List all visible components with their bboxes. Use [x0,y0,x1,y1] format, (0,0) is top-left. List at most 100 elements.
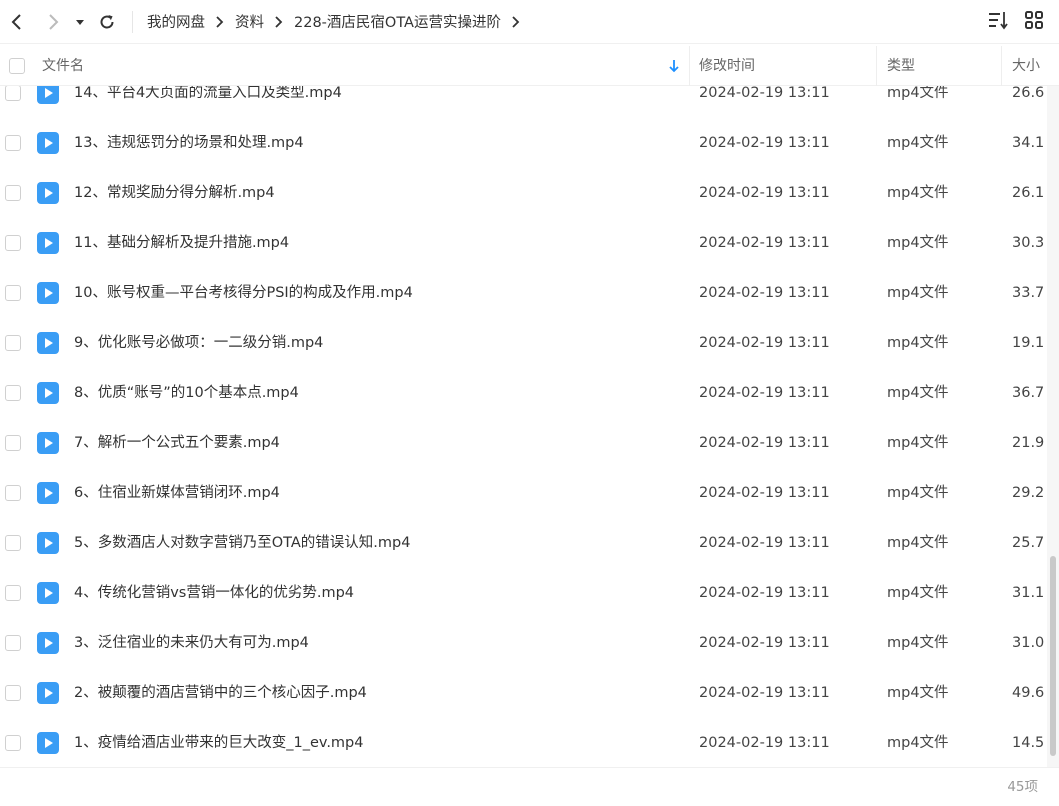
sort-desc-arrow-icon[interactable] [668,46,680,86]
file-row[interactable]: 14、平台4大页面的流量入口及类型.mp4 2024-02-19 13:11 mp4… [0,86,1047,118]
file-name[interactable]: 4、传统化营销vs营销一体化的优劣势.mp4 [74,568,354,618]
file-row[interactable]: 9、优化账号必做项：一二级分销.mp4 2024-02-19 13:11 mp4文件… [0,318,1047,368]
chevron-left-icon [11,13,21,30]
file-row[interactable]: 7、解析一个公式五个要素.mp4 2024-02-19 13:11 mp4文件 21.… [0,418,1047,468]
video-file-icon [37,532,59,554]
file-modified-time: 2024-02-19 13:11 [699,685,830,701]
file-name[interactable]: 5、多数酒店人对数字营销乃至OTA的错误认知.mp4 [74,518,410,568]
file-name[interactable]: 2、被颠覆的酒店营销中的三个核心因子.mp4 [74,668,367,718]
file-name[interactable]: 13、违规惩罚分的场景和处理.mp4 [74,118,304,168]
file-name[interactable]: 10、账号权重—平台考核得分PSI的构成及作用.mp4 [74,268,413,318]
file-modified-time: 2024-02-19 13:11 [699,585,830,601]
breadcrumb-item-current[interactable]: 228-酒店民宿OTA运营实操进阶 [290,11,505,32]
row-checkbox[interactable] [5,635,21,651]
file-type: mp4文件 [887,185,949,201]
file-type: mp4文件 [887,135,949,151]
view-mode-button[interactable] [1023,9,1045,35]
file-type: mp4文件 [887,685,949,701]
file-type: mp4文件 [887,735,949,751]
file-row[interactable]: 11、基础分解析及提升措施.mp4 2024-02-19 13:11 mp4文件 30… [0,218,1047,268]
row-checkbox[interactable] [5,485,21,501]
video-file-icon [37,582,59,604]
file-type: mp4文件 [887,485,949,501]
toolbar: 我的网盘 资料 228-酒店民宿OTA运营实操进阶 [0,0,1059,44]
file-type: mp4文件 [887,235,949,251]
history-dropdown-button[interactable] [70,5,90,39]
column-divider[interactable] [876,46,877,86]
file-name[interactable]: 11、基础分解析及提升措施.mp4 [74,218,289,268]
back-button[interactable] [0,5,34,39]
refresh-icon [100,14,114,28]
status-bar: 45项 [0,767,1059,805]
column-header-type[interactable]: 类型 [887,46,915,86]
column-divider[interactable] [689,46,690,86]
file-size: 31.1 [1012,585,1045,601]
file-name[interactable]: 14、平台4大页面的流量入口及类型.mp4 [74,86,342,118]
file-row[interactable]: 8、优质“账号”的10个基本点.mp4 2024-02-19 13:11 mp4文件… [0,368,1047,418]
row-checkbox[interactable] [5,185,21,201]
chevron-right-icon[interactable] [511,15,521,28]
toolbar-separator [132,10,133,33]
file-row[interactable]: 13、违规惩罚分的场景和处理.mp4 2024-02-19 13:11 mp4文件 3… [0,118,1047,168]
file-row[interactable]: 6、住宿业新媒体营销闭环.mp4 2024-02-19 13:11 mp4文件 29.… [0,468,1047,518]
file-modified-time: 2024-02-19 13:11 [699,185,830,201]
file-row[interactable]: 5、多数酒店人对数字营销乃至OTA的错误认知.mp4 2024-02-19 13:… [0,518,1047,568]
video-file-icon [37,282,59,304]
file-type: mp4文件 [887,285,949,301]
column-header-name[interactable]: 文件名 [42,46,84,86]
file-name[interactable]: 7、解析一个公式五个要素.mp4 [74,418,280,468]
file-size: 26.1 [1012,185,1045,201]
grid-view-icon [1025,11,1043,29]
row-checkbox[interactable] [5,735,21,751]
file-name[interactable]: 8、优质“账号”的10个基本点.mp4 [74,368,299,418]
file-name[interactable]: 6、住宿业新媒体营销闭环.mp4 [74,468,280,518]
file-modified-time: 2024-02-19 13:11 [699,635,830,651]
file-row[interactable]: 1、疫情给酒店业带来的巨大改变_1_ev.mp4 2024-02-19 13:11… [0,718,1047,767]
file-modified-time: 2024-02-19 13:11 [699,385,830,401]
breadcrumb-item-root[interactable]: 我的网盘 [143,11,209,32]
file-name[interactable]: 1、疫情给酒店业带来的巨大改变_1_ev.mp4 [74,718,364,767]
breadcrumb-item-materials[interactable]: 资料 [231,11,268,32]
file-modified-time: 2024-02-19 13:11 [699,285,830,301]
file-name[interactable]: 9、优化账号必做项：一二级分销.mp4 [74,318,323,368]
file-row[interactable]: 10、账号权重—平台考核得分PSI的构成及作用.mp4 2024-02-19 13… [0,268,1047,318]
select-all-checkbox[interactable] [9,58,25,74]
refresh-button[interactable] [90,5,124,39]
vertical-scrollbar[interactable] [1047,86,1059,767]
video-file-icon [37,732,59,754]
file-name[interactable]: 3、泛住宿业的未来仍大有可为.mp4 [74,618,309,668]
row-checkbox[interactable] [5,285,21,301]
row-checkbox[interactable] [5,535,21,551]
column-header-modified[interactable]: 修改时间 [699,46,755,86]
file-name[interactable]: 12、常规奖励分得分解析.mp4 [74,168,275,218]
row-checkbox[interactable] [5,685,21,701]
video-file-icon [37,332,59,354]
file-row[interactable]: 4、传统化营销vs营销一体化的优劣势.mp4 2024-02-19 13:11 mp… [0,568,1047,618]
column-divider[interactable] [1001,46,1002,86]
forward-button[interactable] [36,5,70,39]
column-header-size[interactable]: 大小 [1012,46,1040,86]
file-size: 19.1 [1012,335,1045,351]
file-row[interactable]: 12、常规奖励分得分解析.mp4 2024-02-19 13:11 mp4文件 26.… [0,168,1047,218]
row-checkbox[interactable] [5,335,21,351]
file-type: mp4文件 [887,385,949,401]
file-size: 29.2 [1012,485,1045,501]
sort-button[interactable] [987,9,1009,35]
file-row[interactable]: 3、泛住宿业的未来仍大有可为.mp4 2024-02-19 13:11 mp4文件 3… [0,618,1047,668]
file-size: 33.7 [1012,285,1045,301]
video-file-icon [37,86,59,104]
row-checkbox[interactable] [5,435,21,451]
row-checkbox[interactable] [5,235,21,251]
row-checkbox[interactable] [5,585,21,601]
row-checkbox[interactable] [5,385,21,401]
row-checkbox[interactable] [5,135,21,151]
file-row[interactable]: 2、被颠覆的酒店营销中的三个核心因子.mp4 2024-02-19 13:11 mp… [0,668,1047,718]
row-checkbox[interactable] [5,86,21,101]
file-modified-time: 2024-02-19 13:11 [699,435,830,451]
video-file-icon [37,632,59,654]
file-size: 34.1 [1012,135,1045,151]
item-count: 45项 [1007,779,1038,795]
scrollbar-thumb[interactable] [1050,556,1056,756]
video-file-icon [37,482,59,504]
video-file-icon [37,182,59,204]
